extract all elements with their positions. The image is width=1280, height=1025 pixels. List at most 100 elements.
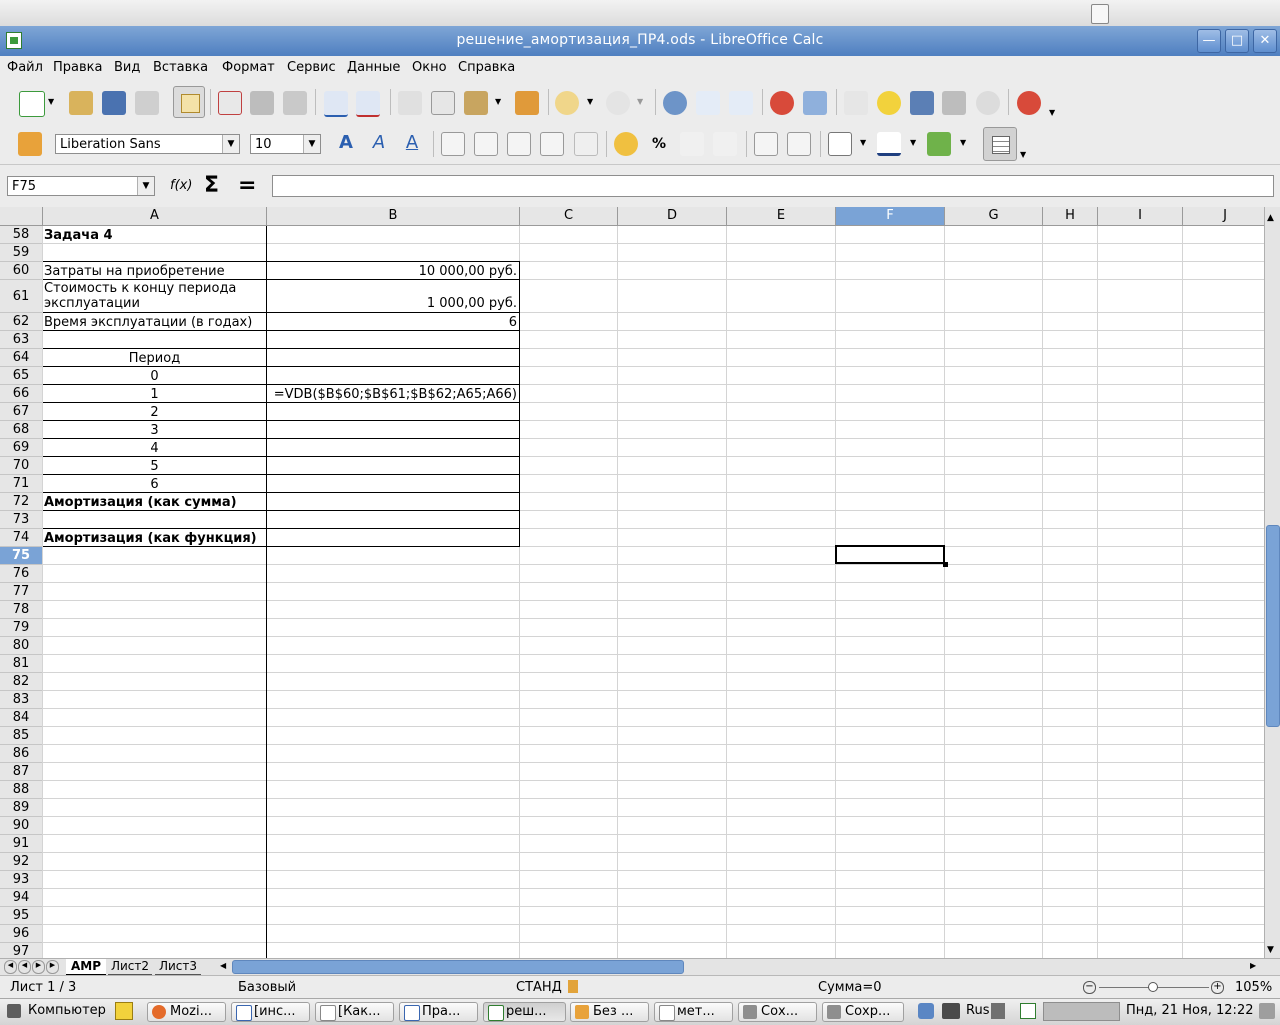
new-dropdown-icon[interactable]: ▼ bbox=[48, 97, 58, 107]
justify-icon[interactable] bbox=[540, 132, 564, 156]
save-icon[interactable] bbox=[102, 91, 126, 115]
row-header[interactable]: 94 bbox=[0, 889, 42, 907]
row-header[interactable]: 58 bbox=[0, 226, 42, 244]
first-sheet-icon[interactable]: ◀ bbox=[4, 960, 17, 974]
edit-mode-icon[interactable] bbox=[173, 86, 205, 118]
row-header[interactable]: 75 bbox=[0, 547, 42, 565]
horizontal-scroll-thumb[interactable] bbox=[232, 960, 684, 974]
sort-descending-icon[interactable] bbox=[729, 91, 753, 115]
menu-format[interactable]: Формат bbox=[222, 60, 275, 75]
spreadsheet-grid[interactable]: A B C D E F G H I J 58 59 60 61 62 63 64 65 66 67… bbox=[0, 207, 1264, 959]
column-header-i[interactable]: I bbox=[1098, 207, 1183, 225]
cell-b61[interactable]: 1 000,00 руб. bbox=[267, 295, 517, 312]
toggle-grid-icon[interactable] bbox=[983, 127, 1017, 161]
notes-launcher-icon[interactable] bbox=[115, 1002, 133, 1020]
status-insert-mode[interactable]: СТАНД bbox=[516, 980, 562, 995]
menu-data[interactable]: Данные bbox=[347, 60, 400, 75]
open-icon[interactable] bbox=[69, 91, 93, 115]
gallery-icon[interactable] bbox=[910, 91, 934, 115]
row-header[interactable]: 76 bbox=[0, 565, 42, 583]
row-header[interactable]: 69 bbox=[0, 439, 42, 457]
tray-network-icon[interactable] bbox=[918, 1003, 934, 1019]
start-menu-label[interactable]: Компьютер bbox=[28, 1003, 106, 1018]
line-style-dropdown-icon[interactable]: ▼ bbox=[910, 138, 920, 148]
redo-dropdown-icon[interactable]: ▼ bbox=[637, 97, 647, 107]
row-header[interactable]: 92 bbox=[0, 853, 42, 871]
task-writer-3[interactable]: Пра... bbox=[399, 1002, 478, 1022]
font-size-dropdown-icon[interactable]: ▼ bbox=[303, 135, 320, 153]
row-header[interactable]: 78 bbox=[0, 601, 42, 619]
cell-a71[interactable]: 6 bbox=[43, 476, 266, 493]
cell-a66[interactable]: 1 bbox=[43, 386, 266, 403]
row-header[interactable]: 73 bbox=[0, 511, 42, 529]
next-sheet-icon[interactable]: ▶ bbox=[32, 960, 45, 974]
data-sources-icon[interactable] bbox=[942, 91, 966, 115]
column-header-g[interactable]: G bbox=[945, 207, 1043, 225]
background-color-icon[interactable] bbox=[927, 132, 951, 156]
row-header[interactable]: 80 bbox=[0, 637, 42, 655]
merge-cells-icon[interactable] bbox=[574, 132, 598, 156]
toolbar-overflow-icon[interactable]: ▼ bbox=[1049, 108, 1059, 118]
formatting-toolbar-overflow-icon[interactable]: ▼ bbox=[1020, 150, 1030, 160]
new-document-icon[interactable] bbox=[19, 91, 45, 117]
row-header[interactable]: 64 bbox=[0, 349, 42, 367]
notes-applet-icon[interactable] bbox=[1091, 4, 1109, 24]
email-icon[interactable] bbox=[135, 91, 159, 115]
name-box[interactable]: F75 ▼ bbox=[7, 176, 155, 196]
cell-a70[interactable]: 5 bbox=[43, 458, 266, 475]
column-header-f[interactable]: F bbox=[836, 207, 945, 225]
row-header[interactable]: 84 bbox=[0, 709, 42, 727]
row-header[interactable]: 83 bbox=[0, 691, 42, 709]
row-header[interactable]: 91 bbox=[0, 835, 42, 853]
row-header[interactable]: 74 bbox=[0, 529, 42, 547]
row-header[interactable]: 87 bbox=[0, 763, 42, 781]
maximize-button[interactable]: □ bbox=[1225, 29, 1249, 53]
status-zoom[interactable]: 105% bbox=[1235, 980, 1272, 995]
row-header[interactable]: 65 bbox=[0, 367, 42, 385]
column-header-j[interactable]: J bbox=[1183, 207, 1264, 225]
minimize-button[interactable]: — bbox=[1197, 29, 1221, 53]
row-header[interactable]: 79 bbox=[0, 619, 42, 637]
menu-window[interactable]: Окно bbox=[412, 60, 447, 75]
scroll-left-arrow-icon[interactable]: ◀ bbox=[220, 961, 226, 970]
row-header[interactable]: 72 bbox=[0, 493, 42, 511]
cut-icon[interactable] bbox=[398, 91, 422, 115]
row-header[interactable]: 63 bbox=[0, 331, 42, 349]
menu-tools[interactable]: Сервис bbox=[287, 60, 336, 75]
clone-formatting-icon[interactable] bbox=[515, 91, 539, 115]
horizontal-scrollbar[interactable]: ◀ ▶ bbox=[216, 959, 1264, 974]
menu-help[interactable]: Справка bbox=[458, 60, 515, 75]
column-header-c[interactable]: C bbox=[520, 207, 618, 225]
font-name-box[interactable]: Liberation Sans ▼ bbox=[55, 134, 240, 154]
volume-icon[interactable] bbox=[991, 1003, 1005, 1019]
task-calc[interactable]: реш... bbox=[483, 1002, 566, 1022]
name-box-dropdown-icon[interactable]: ▼ bbox=[137, 177, 154, 195]
cell-a61-line2[interactable]: эксплуатации bbox=[44, 295, 140, 312]
percent-format-icon[interactable]: % bbox=[647, 132, 671, 156]
scroll-down-arrow-icon[interactable]: ▼ bbox=[1267, 945, 1274, 955]
paste-dropdown-icon[interactable]: ▼ bbox=[495, 97, 505, 107]
function-icon[interactable]: = bbox=[238, 173, 256, 198]
paste-icon[interactable] bbox=[464, 91, 488, 115]
cell-b62[interactable]: 6 bbox=[267, 314, 517, 331]
menu-file[interactable]: Файл bbox=[7, 60, 43, 75]
row-header[interactable]: 90 bbox=[0, 817, 42, 835]
print-preview-icon[interactable] bbox=[283, 91, 307, 115]
row-header[interactable]: 61 bbox=[0, 280, 42, 313]
align-center-icon[interactable] bbox=[474, 132, 498, 156]
formula-input[interactable] bbox=[272, 175, 1274, 197]
navigator-icon[interactable] bbox=[877, 91, 901, 115]
cell-a58[interactable]: Задача 4 bbox=[44, 227, 113, 244]
hyperlink-icon[interactable] bbox=[663, 91, 687, 115]
task-document[interactable]: мет... bbox=[654, 1002, 733, 1022]
zoom-in-icon[interactable]: + bbox=[1211, 981, 1224, 994]
column-header-e[interactable]: E bbox=[727, 207, 836, 225]
row-header[interactable]: 97 bbox=[0, 943, 42, 959]
cell-cursor[interactable] bbox=[835, 545, 945, 564]
menu-view[interactable]: Вид bbox=[114, 60, 140, 75]
row-header[interactable]: 82 bbox=[0, 673, 42, 691]
currency-format-icon[interactable] bbox=[614, 132, 638, 156]
column-header-d[interactable]: D bbox=[618, 207, 727, 225]
background-color-dropdown-icon[interactable]: ▼ bbox=[960, 138, 970, 148]
decrease-indent-icon[interactable] bbox=[754, 132, 778, 156]
